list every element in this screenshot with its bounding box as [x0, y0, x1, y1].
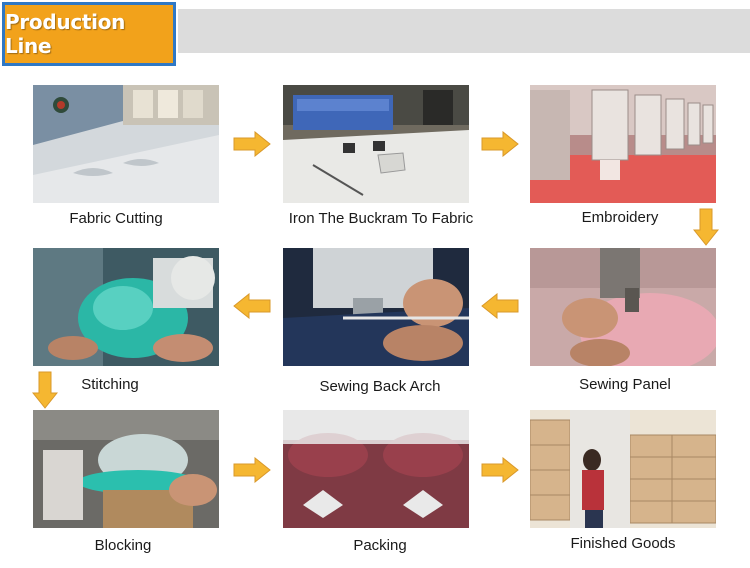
caption-sewing-panel: Sewing Panel [579, 376, 671, 393]
photo-fabric-cutting [33, 85, 219, 203]
photo-embroidery [530, 85, 716, 203]
arrow-right-icon [481, 131, 519, 157]
caption-packing: Packing [353, 537, 407, 554]
arrow-left-icon [233, 293, 271, 319]
arrow-right-icon [481, 457, 519, 483]
header: Production Line [0, 0, 750, 66]
photo-packing [283, 410, 469, 528]
caption-embroidery: Embroidery [581, 209, 659, 226]
photo-finished-goods [530, 410, 716, 528]
arrow-down-icon [32, 371, 58, 409]
arrow-down-icon [693, 208, 719, 246]
caption-sewing-back-arch: Sewing Back Arch [319, 378, 441, 395]
photo-blocking [33, 410, 219, 528]
caption-stitching: Stitching [81, 376, 139, 393]
title-badge: Production Line [2, 2, 176, 66]
caption-fabric-cutting: Fabric Cutting [69, 210, 163, 227]
header-banner [178, 9, 750, 53]
caption-blocking: Blocking [94, 537, 152, 554]
photo-iron-buckram [283, 85, 469, 203]
page-title: Production Line [5, 10, 126, 58]
arrow-right-icon [233, 457, 271, 483]
photo-sewing-back-arch [283, 248, 469, 366]
caption-iron-buckram: Iron The Buckram To Fabric [288, 210, 474, 227]
arrow-right-icon [233, 131, 271, 157]
caption-finished-goods: Finished Goods [570, 535, 676, 552]
photo-stitching [33, 248, 219, 366]
arrow-left-icon [481, 293, 519, 319]
photo-sewing-panel [530, 248, 716, 366]
